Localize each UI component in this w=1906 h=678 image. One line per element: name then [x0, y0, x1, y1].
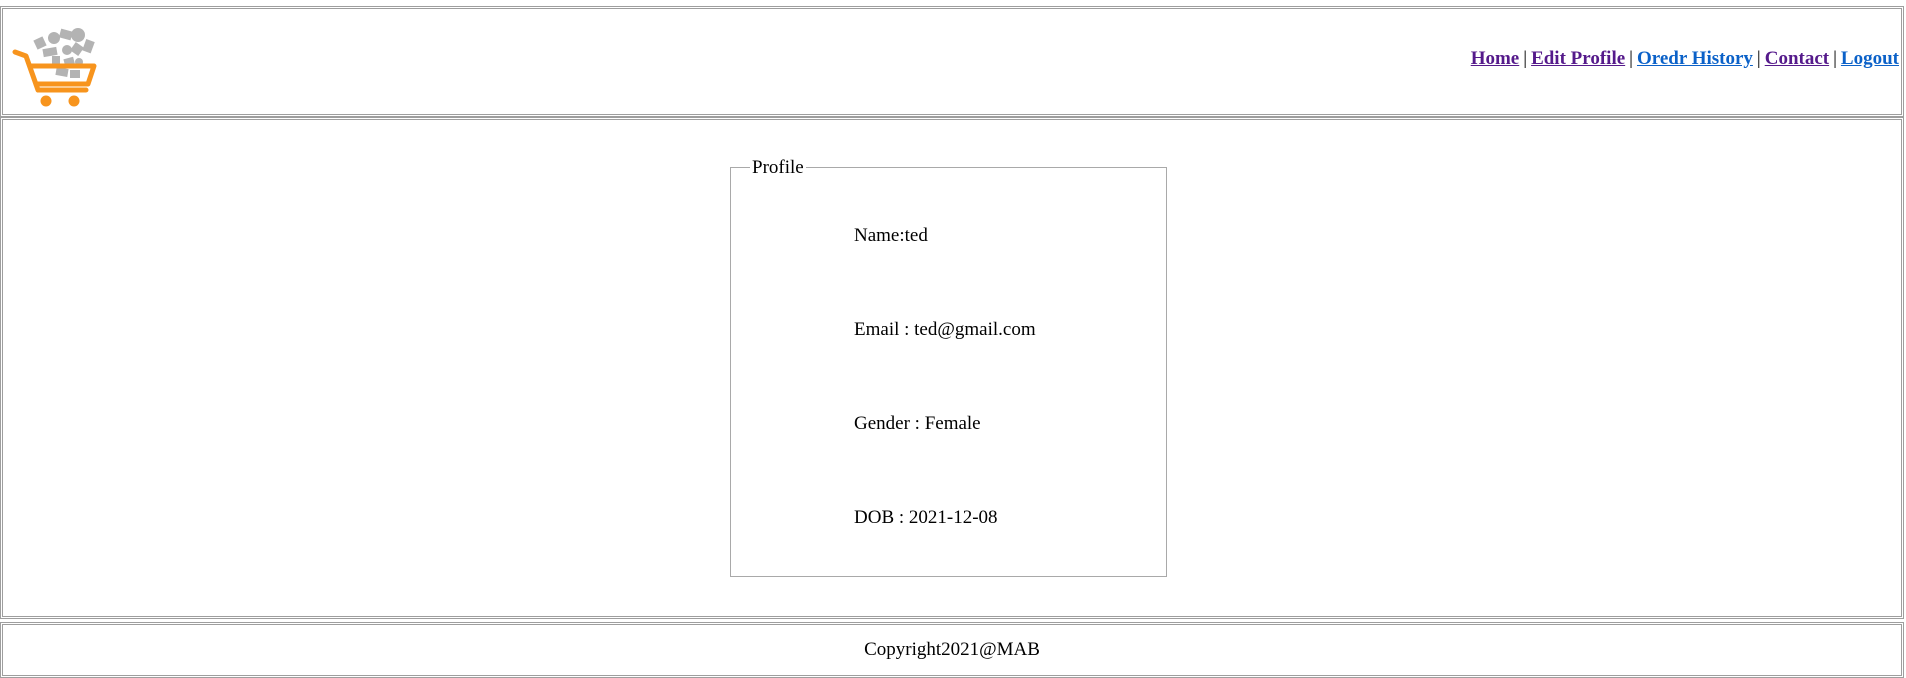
header-bar: Home | Edit Profile | Oredr History | Contact |… — [0, 6, 1904, 117]
nav-separator: | — [1629, 48, 1633, 69]
nav-edit-profile-link[interactable]: Edit Profile — [1531, 48, 1625, 69]
profile-dob: DOB : 2021-12-08 — [854, 507, 998, 528]
nav-order-history-link[interactable]: Oredr History — [1637, 48, 1753, 69]
copyright-text: Copyright2021@MAB — [864, 639, 1040, 660]
profile-legend: Profile — [750, 157, 806, 179]
footer-bar: Copyright2021@MAB — [0, 622, 1904, 678]
nav-separator: | — [1523, 48, 1528, 69]
nav-contact-link[interactable]: Contact — [1765, 48, 1829, 69]
nav-logout-link[interactable]: Logout — [1841, 48, 1899, 69]
profile-email: Email : ted@gmail.com — [854, 319, 1036, 340]
nav-separator: | — [1833, 48, 1837, 69]
nav-separator: | — [1756, 48, 1761, 69]
profile-fieldset: Profile Name:ted Email : ted@gmail.com G… — [730, 157, 1167, 577]
profile-name: Name:ted — [854, 225, 928, 246]
nav-home-link[interactable]: Home — [1471, 48, 1520, 69]
shopping-cart-logo-icon[interactable] — [12, 26, 104, 108]
main-nav: Home | Edit Profile | Oredr History | Contact |… — [1471, 48, 1899, 70]
profile-gender: Gender : Female — [854, 413, 981, 434]
